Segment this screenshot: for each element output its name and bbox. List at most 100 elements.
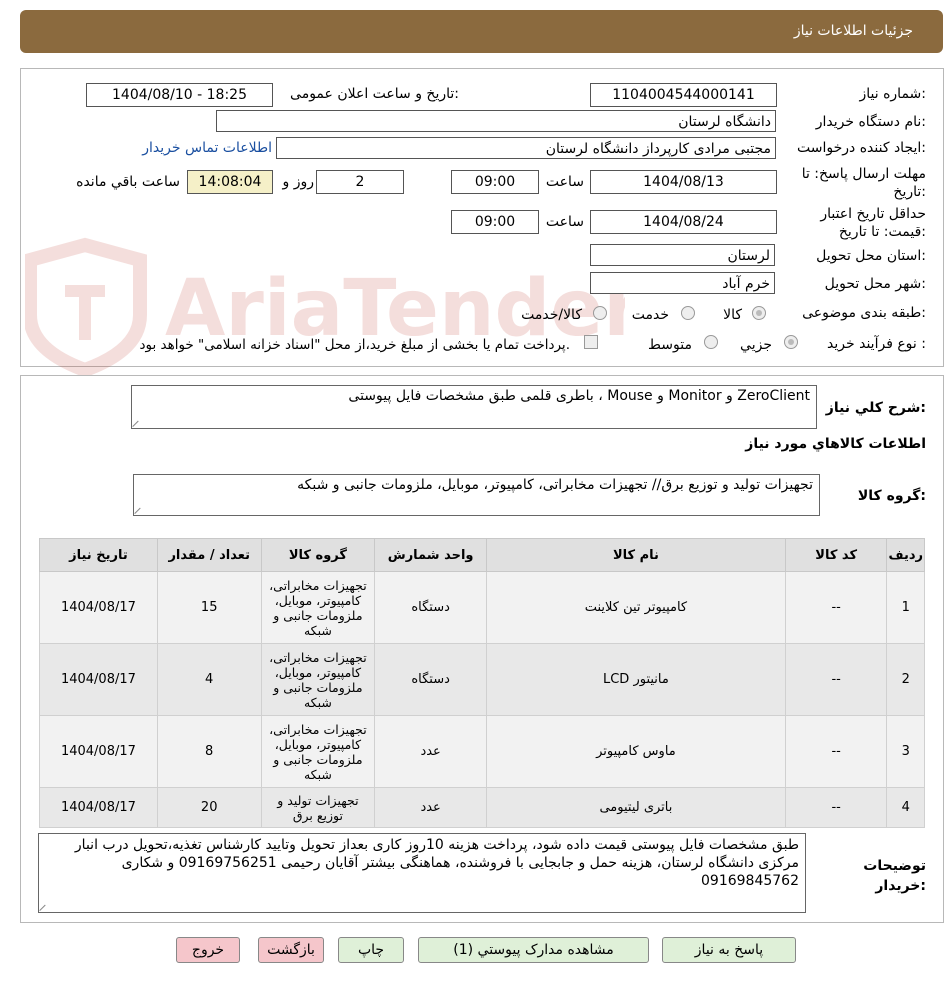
category-radio-goods[interactable] (752, 306, 766, 320)
process-radio-minor[interactable] (784, 335, 798, 349)
description-textarea[interactable]: ZeroClient و Monitor و Mouse ، باطری قلم… (131, 385, 817, 429)
validity-time-field: 09:00 (451, 210, 539, 234)
buyer-org-field: دانشگاه لرستان (216, 110, 776, 132)
category-option-service: خدمت (631, 307, 669, 323)
category-option-both: کالا/خدمت (521, 307, 582, 323)
goods-group-textarea[interactable]: تجهیزات تولید و توزیع برق// تجهیزات مخاب… (133, 474, 820, 516)
validity-label: حداقل تاریخ اعتبار قیمت: تا تاریخ: (820, 206, 926, 240)
goods-group-text: تجهیزات تولید و توزیع برق// تجهیزات مخاب… (297, 477, 813, 493)
province-field: لرستان (590, 244, 775, 266)
cell-code: -- (784, 571, 888, 644)
validity-time-label: ساعت (545, 214, 584, 230)
cell-qty: 15 (156, 571, 262, 644)
resize-grip-icon[interactable] (40, 903, 48, 911)
cell-group: تجهیزات مخابراتی، کامپیوتر، موبایل، ملزو… (260, 643, 376, 716)
category-label: طبقه بندی موضوعی: (802, 305, 926, 321)
process-option-minor: جزیي (740, 337, 772, 353)
buyer-notes-text: طبق مشخصات فایل پیوستی قیمت داده شود، پر… (74, 837, 799, 889)
view-attachments-button[interactable]: مشاهده مدارک پیوستي (1) (418, 937, 649, 963)
cell-qty: 20 (156, 787, 262, 828)
remaining-time-field: 14:08:04 (187, 170, 273, 194)
col-header-code: کد کالا (784, 538, 888, 572)
description-label: شرح کلي نياز: (825, 400, 926, 416)
cell-name: مانیتور LCD (486, 643, 786, 716)
category-option-goods: کالا (723, 307, 742, 323)
exit-button[interactable]: خروج (176, 937, 240, 963)
city-field: خرم آباد (590, 272, 775, 294)
cell-unit: عدد (374, 787, 487, 828)
deadline-time-label: ساعت (545, 174, 584, 190)
category-radio-service[interactable] (681, 306, 695, 320)
table-header-row: رديف کد کالا نام کالا واحد شمارش گروه کا… (39, 538, 925, 572)
days-field: 2 (316, 170, 404, 194)
cell-row: 1 (886, 571, 925, 644)
process-option-medium: متوسط (648, 337, 692, 353)
deadline-label: مهلت ارسال پاسخ: تا تاریخ: (801, 166, 926, 200)
cell-row: 4 (886, 787, 925, 828)
cell-group: تجهیزات مخابراتی، کامپیوتر، موبایل، ملزو… (260, 571, 376, 644)
buyer-org-label: نام دستگاه خریدار: (815, 114, 926, 130)
creator-field: مجتبی مرادی کارپرداز دانشگاه لرستان (276, 137, 776, 159)
table-row: 1 -- کامپیوتر تین کلاینت دستگاه تجهیزات … (39, 571, 925, 644)
table-row: 4 -- باتری لیتیومی عدد تجهیزات تولید و ت… (39, 787, 925, 828)
goods-section-title: اطلاعات کالاهاي مورد نياز (745, 436, 926, 452)
items-table: رديف کد کالا نام کالا واحد شمارش گروه کا… (39, 538, 925, 828)
col-header-name: نام کالا (486, 538, 786, 572)
col-header-qty: تعداد / مقدار (156, 538, 262, 572)
cell-date: 1404/08/17 (39, 787, 158, 828)
resize-grip-icon[interactable] (135, 506, 143, 514)
cell-unit: دستگاه (374, 571, 487, 644)
col-header-row: رديف (886, 538, 925, 572)
cell-code: -- (784, 643, 888, 716)
goods-group-label: گروه کالا: (857, 488, 926, 504)
deadline-date-field: 1404/08/13 (590, 170, 777, 194)
days-label: روز و (282, 174, 315, 190)
buyer-notes-label: توضیحات خریدار: (863, 858, 926, 894)
description-text: ZeroClient و Monitor و Mouse ، باطری قلم… (348, 388, 810, 404)
buyer-notes-textarea[interactable]: طبق مشخصات فایل پیوستی قیمت داده شود، پر… (38, 833, 806, 913)
col-header-date: تاريخ نياز (39, 538, 158, 572)
creator-label: ایجاد کننده درخواست: (797, 140, 926, 156)
contact-info-link[interactable]: اطلاعات تماس خریدار (142, 140, 272, 156)
process-label: نوع فرآیند خرید : (827, 336, 926, 352)
deadline-time-field: 09:00 (451, 170, 539, 194)
remaining-label: ساعت باقي مانده (76, 174, 180, 190)
province-label: استان محل تحویل: (816, 248, 926, 264)
cell-name: کامپیوتر تین کلاینت (486, 571, 786, 644)
col-header-group: گروه کالا (260, 538, 376, 572)
need-number-field: 1104004544000141 (590, 83, 777, 107)
resize-grip-icon[interactable] (133, 419, 141, 427)
announce-label: تاریخ و ساعت اعلان عمومی: (290, 86, 459, 102)
cell-row: 3 (886, 715, 925, 788)
cell-name: ماوس کامپیوتر (486, 715, 786, 788)
cell-date: 1404/08/17 (39, 643, 158, 716)
announce-field: 1404/08/10 - 18:25 (86, 83, 273, 107)
page-header: جزئیات اطلاعات نیاز (20, 10, 943, 53)
col-header-unit: واحد شمارش (374, 538, 487, 572)
cell-code: -- (784, 715, 888, 788)
reply-button[interactable]: پاسخ به نیاز (662, 937, 796, 963)
cell-group: تجهیزات تولید و توزیع برق (260, 787, 376, 828)
table-row: 3 -- ماوس کامپیوتر عدد تجهیزات مخابراتی،… (39, 715, 925, 788)
back-button[interactable]: بازگشت (258, 937, 324, 963)
cell-qty: 8 (156, 715, 262, 788)
items-table-wrapper: رديف کد کالا نام کالا واحد شمارش گروه کا… (39, 538, 926, 828)
print-button[interactable]: چاپ (338, 937, 404, 963)
process-radio-medium[interactable] (704, 335, 718, 349)
treasury-payment-note: پرداخت تمام یا بخشی از مبلغ خرید،از محل … (139, 337, 570, 353)
validity-date-field: 1404/08/24 (590, 210, 777, 234)
category-radio-both[interactable] (593, 306, 607, 320)
cell-date: 1404/08/17 (39, 571, 158, 644)
cell-unit: عدد (374, 715, 487, 788)
cell-unit: دستگاه (374, 643, 487, 716)
city-label: شهر محل تحویل: (824, 276, 926, 292)
cell-qty: 4 (156, 643, 262, 716)
treasury-payment-checkbox[interactable] (584, 335, 598, 349)
table-row: 2 -- مانیتور LCD دستگاه تجهیزات مخابراتی… (39, 643, 925, 716)
cell-name: باتری لیتیومی (486, 787, 786, 828)
cell-group: تجهیزات مخابراتی، کامپیوتر، موبایل، ملزو… (260, 715, 376, 788)
cell-date: 1404/08/17 (39, 715, 158, 788)
need-number-label: شماره نیاز: (859, 86, 926, 102)
cell-row: 2 (886, 643, 925, 716)
page-title: جزئیات اطلاعات نیاز (793, 23, 913, 39)
